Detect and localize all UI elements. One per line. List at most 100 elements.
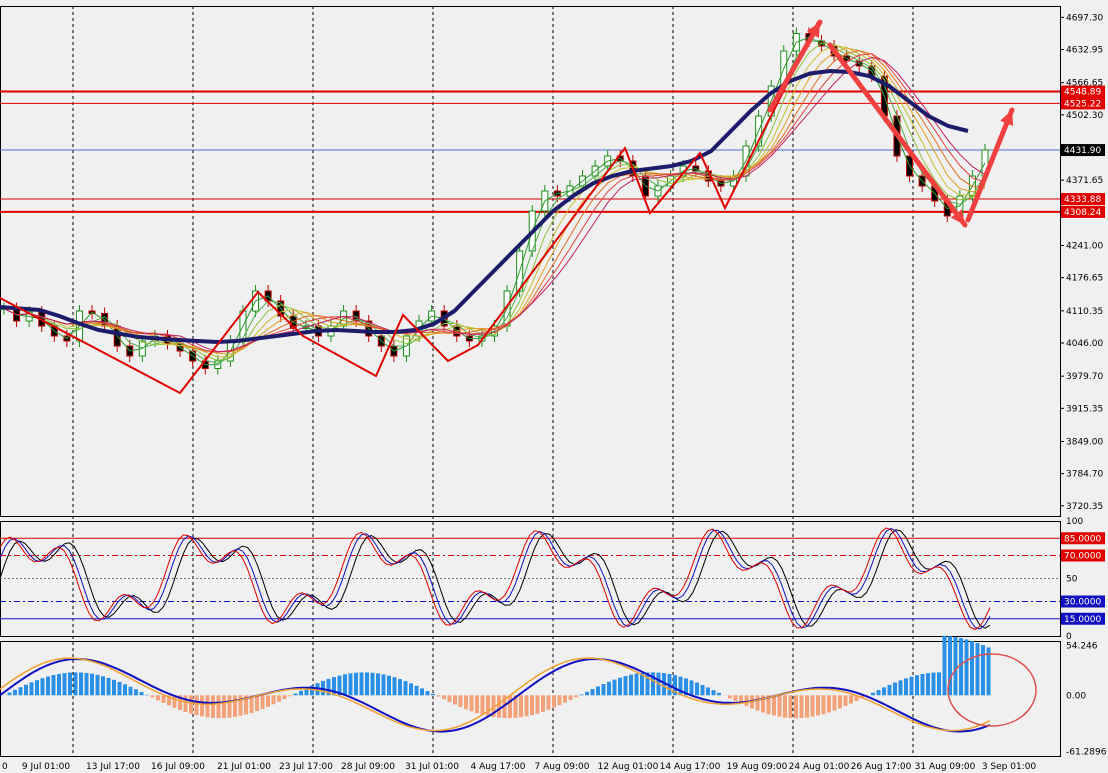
- macd-bar: [216, 695, 221, 719]
- macd-bar: [29, 682, 34, 696]
- macd-bar: [832, 695, 837, 711]
- macd-bar: [772, 695, 776, 716]
- macd-bar: [783, 695, 787, 718]
- macd-bar: [728, 695, 732, 699]
- price-tick-label: 4241.00: [1066, 242, 1103, 252]
- price-level-label: 4548.89: [1064, 88, 1101, 98]
- macd-bar: [90, 673, 94, 696]
- macd-bar: [458, 695, 463, 707]
- price-level-label: 4525.22: [1064, 99, 1101, 109]
- price-tick-label: 3720.35: [1066, 502, 1103, 512]
- macd-bar: [596, 686, 600, 696]
- price-tick-label: 4371.65: [1066, 176, 1103, 186]
- macd-bar: [816, 695, 820, 716]
- macd-bar: [557, 695, 562, 706]
- macd-bar: [134, 689, 138, 696]
- macd-bar: [777, 695, 782, 717]
- macd-tick-label: 54.246: [1066, 642, 1098, 652]
- macd-bar: [123, 684, 127, 696]
- macd-bar: [519, 695, 523, 718]
- macd-bar: [376, 673, 380, 696]
- trading-chart[interactable]: 4697.304632.954566.654502.304371.654241.…: [0, 0, 1108, 773]
- macd-bar: [706, 687, 710, 696]
- macd-tick-label: -61.2896: [1066, 747, 1107, 757]
- macd-bar: [612, 679, 617, 696]
- macd-bar: [46, 676, 50, 696]
- macd-bar: [546, 695, 551, 710]
- macd-bar: [524, 695, 529, 717]
- macd-bar: [62, 673, 67, 696]
- time-label: 7 Aug 09:00: [535, 762, 590, 772]
- macd-bar: [101, 676, 105, 696]
- time-label: 19 Aug 09:00: [727, 762, 788, 772]
- macd-bar: [909, 676, 914, 696]
- macd-bar: [937, 672, 941, 696]
- macd-bar: [51, 675, 56, 696]
- macd-bar: [282, 695, 287, 699]
- macd-bar: [508, 695, 512, 719]
- macd-bar: [590, 689, 595, 696]
- macd-bar: [156, 695, 160, 701]
- macd-bar: [475, 695, 479, 714]
- price-tick-label: 4632.95: [1066, 46, 1103, 56]
- time-label: 31 Aug 09:00: [915, 762, 976, 772]
- time-axis: 0 9 Jul 01:00 13 Jul 17:00 16 Jul 09:00 21 J…: [2, 762, 1036, 772]
- macd-bar: [354, 672, 358, 696]
- macd-bar: [40, 678, 45, 696]
- time-label: 28 Jul 09:00: [341, 762, 395, 772]
- macd-bar: [277, 695, 281, 702]
- macd-bar: [57, 673, 61, 696]
- macd-bar: [920, 674, 925, 696]
- price-axis: 4697.304632.954566.654502.304371.654241.…: [1060, 13, 1107, 757]
- macd-bar: [18, 687, 23, 696]
- price-level-label: 4308.24: [1064, 208, 1101, 218]
- price-level-label: 4431.90: [1064, 146, 1101, 156]
- macd-bar: [403, 681, 408, 696]
- macd-bar: [794, 695, 798, 719]
- macd-bar: [260, 695, 265, 710]
- time-label: 12 Aug 01:00: [598, 762, 659, 772]
- macd-bar: [266, 695, 270, 707]
- macd-bar: [68, 672, 72, 696]
- macd-bar: [799, 695, 804, 719]
- macd-bar: [695, 682, 699, 696]
- macd-bar: [183, 695, 188, 712]
- macd-bar: [128, 686, 133, 696]
- macd-bar: [981, 645, 985, 696]
- macd-bar: [420, 688, 424, 696]
- macd-bar: [838, 695, 842, 709]
- macd-bar: [574, 695, 578, 698]
- macd-bar: [904, 678, 908, 696]
- macd-bar: [634, 673, 639, 696]
- macd-bar: [106, 677, 111, 696]
- macd-bar: [299, 690, 303, 696]
- time-label: 21 Jul 01:00: [217, 762, 271, 772]
- macd-bar: [431, 693, 435, 696]
- macd-bar: [480, 695, 485, 715]
- macd-bar: [827, 695, 831, 713]
- macd-bar: [343, 674, 347, 696]
- macd-bar: [464, 695, 468, 710]
- macd-bar: [926, 673, 930, 696]
- macd-bar: [964, 639, 969, 696]
- macd-bar: [73, 672, 78, 696]
- macd-bar: [497, 695, 501, 718]
- macd-bar: [381, 674, 386, 696]
- macd-bar: [161, 695, 166, 703]
- macd-bar: [24, 684, 28, 696]
- macd-bar: [876, 690, 881, 696]
- macd-bar: [970, 641, 974, 696]
- time-label: 23 Jul 17:00: [279, 762, 333, 772]
- time-label: 26 Aug 17:00: [851, 762, 912, 772]
- macd-bar: [959, 638, 963, 696]
- time-label: 24 Aug 01:00: [789, 762, 850, 772]
- chart-background: [0, 0, 1060, 773]
- macd-bar: [931, 672, 936, 696]
- osc-tick-label: 50: [1066, 575, 1078, 585]
- macd-bar: [788, 695, 793, 719]
- time-label: 16 Jul 09:00: [151, 762, 205, 772]
- macd-bar: [442, 695, 446, 700]
- osc-tick-label: 100: [1066, 517, 1083, 527]
- macd-bar: [535, 695, 540, 714]
- macd-bar: [717, 692, 721, 696]
